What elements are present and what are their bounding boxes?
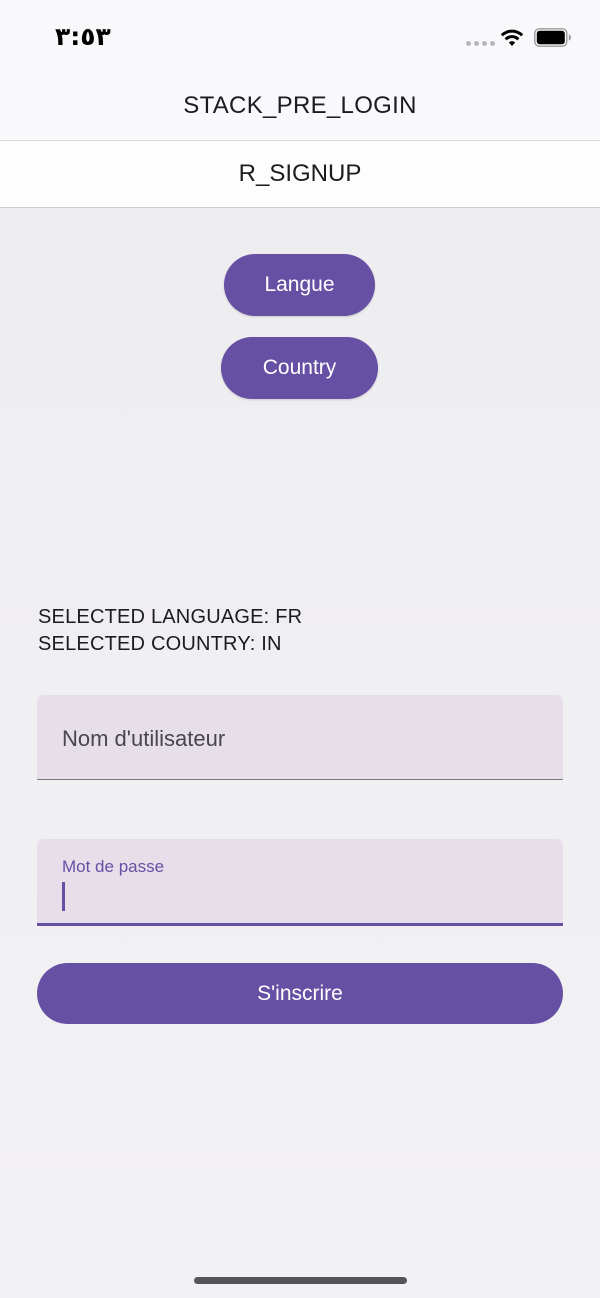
- cellular-dots-icon: [466, 41, 495, 46]
- screen-header: R_SIGNUP: [0, 141, 600, 208]
- navigation-header: STACK_PRE_LOGIN: [0, 72, 600, 141]
- wifi-icon: [500, 29, 524, 46]
- country-button[interactable]: Country: [221, 337, 378, 399]
- selected-language-text: SELECTED LANGUAGE: FR: [38, 606, 303, 628]
- username-placeholder: Nom d'utilisateur: [62, 726, 226, 751]
- password-field[interactable]: Mot de passe: [37, 839, 563, 926]
- status-time: ٣:٥٣: [55, 22, 111, 51]
- password-label: Mot de passe: [62, 857, 165, 876]
- screen-title: R_SIGNUP: [238, 160, 362, 187]
- battery-icon: [534, 28, 571, 47]
- selected-country-text: SELECTED COUNTRY: IN: [38, 633, 282, 655]
- signup-content: Langue Country SELECTED LANGUAGE: FR SEL…: [0, 208, 600, 1298]
- language-button[interactable]: Langue: [224, 254, 375, 316]
- header-title: STACK_PRE_LOGIN: [183, 92, 417, 119]
- username-field[interactable]: Nom d'utilisateur: [37, 695, 563, 780]
- status-bar: ٣:٥٣: [0, 0, 600, 72]
- text-caret: [62, 882, 65, 911]
- signup-button[interactable]: S'inscrire: [37, 963, 563, 1024]
- home-indicator[interactable]: [194, 1277, 407, 1284]
